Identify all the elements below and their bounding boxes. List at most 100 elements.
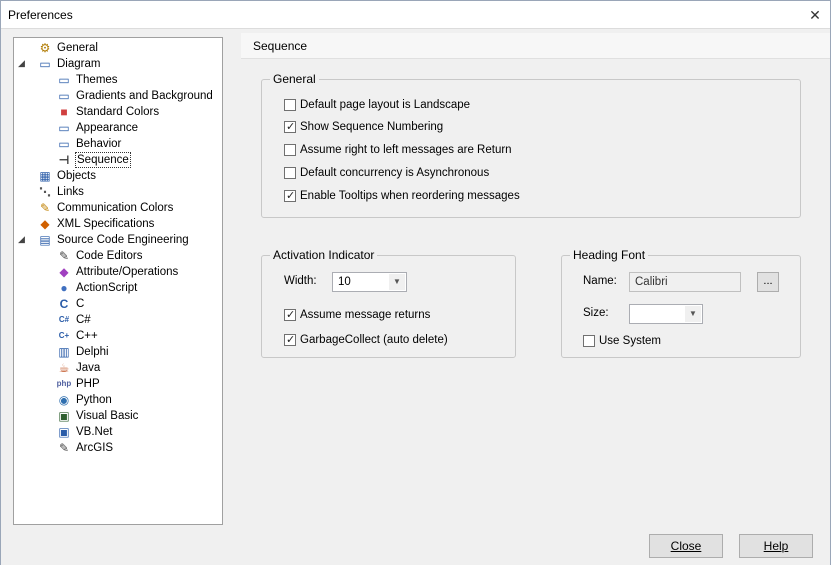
colors-icon: ■: [60, 105, 68, 119]
python-icon: ◉: [58, 393, 70, 407]
tree-item-label: XML Specifications: [57, 218, 155, 230]
tree-item-label: Visual Basic: [76, 410, 139, 422]
cpp-icon: C+: [58, 331, 70, 340]
garbage-collect-label: GarbageCollect (auto delete): [300, 334, 448, 346]
activation-indicator-title: Activation Indicator: [270, 248, 378, 262]
source-code-expander-icon[interactable]: ◢: [18, 235, 27, 244]
page-icon: ▭: [58, 89, 70, 103]
font-size-combo[interactable]: ▼: [629, 304, 703, 324]
assume-message-returns-checkbox-box[interactable]: [284, 308, 296, 322]
width-label: Width:: [284, 275, 317, 287]
heading-font-group: Heading Font Name: Calibri ... Size: ▼ U…: [561, 248, 801, 358]
window-title: Preferences: [8, 8, 73, 22]
attribute-icon: ◆: [59, 265, 69, 279]
right-to-left-return-checkbox-label: Assume right to left messages are Return: [300, 144, 512, 156]
sequence-numbering-checkbox-label: Show Sequence Numbering: [300, 121, 444, 133]
panel-body: General Default page layout is Landscape…: [241, 59, 830, 525]
tree-item-label: Java: [76, 362, 101, 374]
use-system-checkbox-box[interactable]: [583, 335, 595, 347]
actionscript-icon: ●: [60, 281, 68, 295]
sequence-icon: ⊣: [58, 153, 70, 167]
arcgis-icon: ✎: [58, 441, 70, 455]
tree-item-label: Attribute/Operations: [76, 266, 179, 278]
tree-item-label: Diagram: [57, 58, 101, 70]
code-editor-icon: ✎: [58, 249, 70, 263]
panel-header: Sequence: [241, 33, 830, 59]
tree-item-label: C#: [76, 314, 91, 326]
panel-title: Sequence: [253, 39, 308, 53]
tree-item-label: Links: [57, 186, 84, 198]
general-group-title: General: [270, 72, 319, 86]
visual-basic-icon: ▣: [58, 409, 70, 423]
tree-item-label: ArcGIS: [76, 442, 114, 454]
source-code-icon: ▤: [39, 233, 51, 247]
general-icon: ⚙: [39, 41, 51, 55]
landscape-checkbox-box[interactable]: [284, 99, 296, 111]
tree-item-label: VB.Net: [76, 426, 113, 438]
tree-item-label: Delphi: [76, 346, 109, 358]
php-icon: php: [56, 379, 72, 388]
delphi-icon: ▥: [58, 345, 70, 359]
font-size-label: Size:: [583, 307, 609, 319]
links-icon: ⋱: [39, 185, 51, 199]
tree-item-label: Objects: [57, 170, 96, 182]
use-system-label: Use System: [599, 335, 661, 347]
page-icon: ▭: [58, 137, 70, 151]
diagram-icon: ▭: [39, 57, 51, 71]
width-combo[interactable]: 10 ▼: [332, 272, 407, 292]
tree-item-label: PHP: [76, 378, 100, 390]
tree-item-label: Code Editors: [76, 250, 143, 262]
diagram-expander-icon[interactable]: ◢: [18, 59, 27, 68]
page-icon: ▭: [58, 73, 70, 87]
asynchronous-checkbox-label: Default concurrency is Asynchronous: [300, 167, 490, 179]
tree-item-label: ActionScript: [76, 282, 138, 294]
sequence-numbering-checkbox-box[interactable]: [284, 120, 296, 134]
help-button[interactable]: Help: [739, 534, 813, 558]
tree-item-label: Behavior: [76, 138, 122, 150]
close-icon[interactable]: ✕: [806, 6, 824, 24]
communication-colors-icon: ✎: [39, 201, 51, 215]
preferences-window: Preferences ✕ ◢ ◢ ⚙ General ▭ Diagram ▭ Theme…: [0, 0, 831, 565]
tooltips-checkbox-label: Enable Tooltips when reordering messages: [300, 190, 520, 202]
tree-item-label: Appearance: [76, 122, 139, 134]
objects-icon: ▦: [39, 169, 51, 183]
tree-item-label: Communication Colors: [57, 202, 174, 214]
heading-font-title: Heading Font: [570, 248, 649, 262]
asynchronous-checkbox-box[interactable]: [284, 167, 296, 179]
tree-item-label: C++: [76, 330, 98, 342]
tree-item-label: General: [57, 42, 98, 54]
tree-item-label: Source Code Engineering: [57, 234, 189, 246]
vbnet-icon: ▣: [58, 425, 70, 439]
font-name-value: Calibri: [635, 276, 668, 288]
activation-indicator-group: Activation Indicator Width: 10 ▼ Assume …: [261, 248, 516, 358]
assume-message-returns-label: Assume message returns: [300, 309, 431, 321]
font-name-label: Name:: [583, 275, 617, 287]
tree-item-label: Gradients and Background: [76, 90, 213, 102]
page-icon: ▭: [58, 121, 70, 135]
chevron-down-icon[interactable]: ▼: [685, 306, 701, 322]
font-name-field[interactable]: Calibri: [629, 272, 741, 292]
right-to-left-return-checkbox-box[interactable]: [284, 144, 296, 156]
csharp-icon: C#: [58, 315, 70, 324]
tree-item-label: Python: [76, 394, 112, 406]
tree-item-label: Standard Colors: [76, 106, 160, 118]
c-icon: C: [59, 297, 69, 311]
help-button-label: Help: [763, 539, 789, 553]
tree-item-label: Sequence: [75, 152, 131, 168]
general-group: General Default page layout is Landscape…: [261, 72, 801, 218]
tooltips-checkbox-box[interactable]: [284, 189, 296, 203]
browse-font-button[interactable]: ...: [757, 272, 779, 292]
tree-item-label: Themes: [76, 74, 118, 86]
landscape-checkbox-label: Default page layout is Landscape: [300, 99, 471, 111]
tree-item-label: C: [76, 298, 85, 310]
xml-icon: ◆: [40, 217, 50, 231]
garbage-collect-checkbox-box[interactable]: [284, 333, 296, 347]
dialog-footer: Close Help: [1, 525, 830, 565]
close-button-label: Close: [670, 539, 702, 553]
chevron-down-icon[interactable]: ▼: [389, 274, 405, 290]
java-icon: ☕: [58, 361, 70, 375]
category-tree[interactable]: ◢ ◢ ⚙ General ▭ Diagram ▭ Themes ▭ Gradients an…: [13, 37, 223, 525]
close-button[interactable]: Close: [649, 534, 723, 558]
title-bar: Preferences ✕: [1, 1, 830, 29]
width-value: 10: [338, 276, 351, 288]
